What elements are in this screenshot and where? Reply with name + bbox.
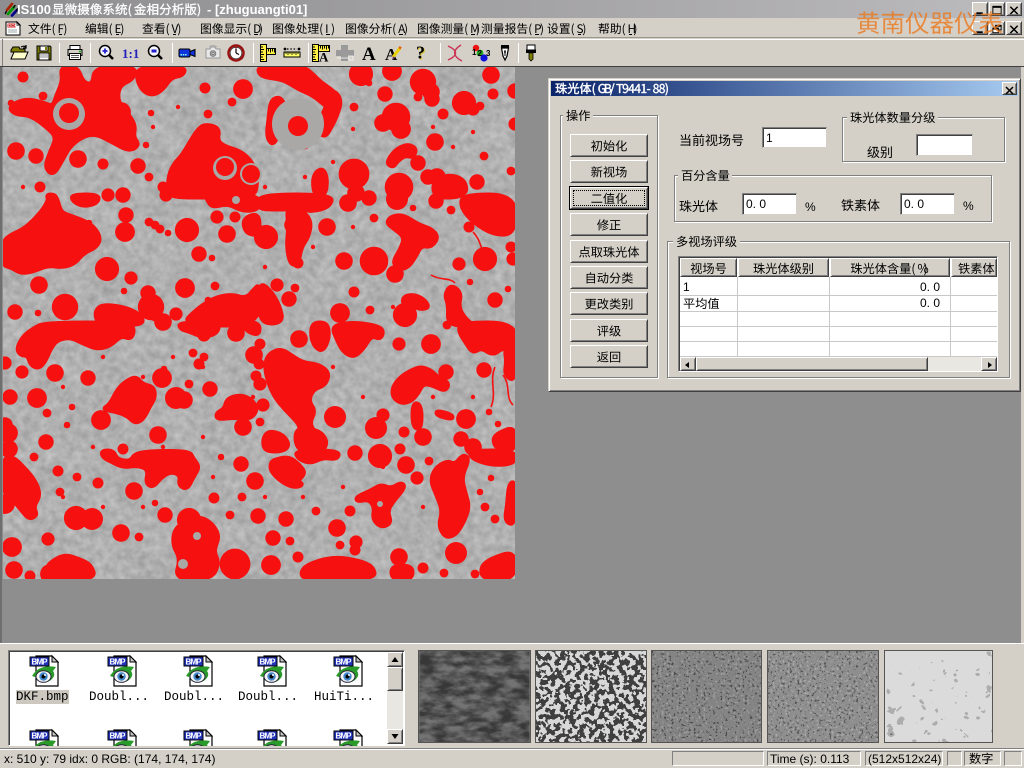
svg-text:?: ? — [416, 43, 425, 63]
svg-text:1:1: 1:1 — [122, 46, 139, 61]
svg-text:A: A — [362, 44, 376, 63]
svg-text:1: 1 — [472, 48, 477, 57]
svg-text:3: 3 — [486, 49, 490, 58]
svg-text:DOC: DOC — [8, 23, 19, 28]
svg-text:2: 2 — [478, 49, 483, 58]
svg-text:A: A — [319, 50, 329, 64]
